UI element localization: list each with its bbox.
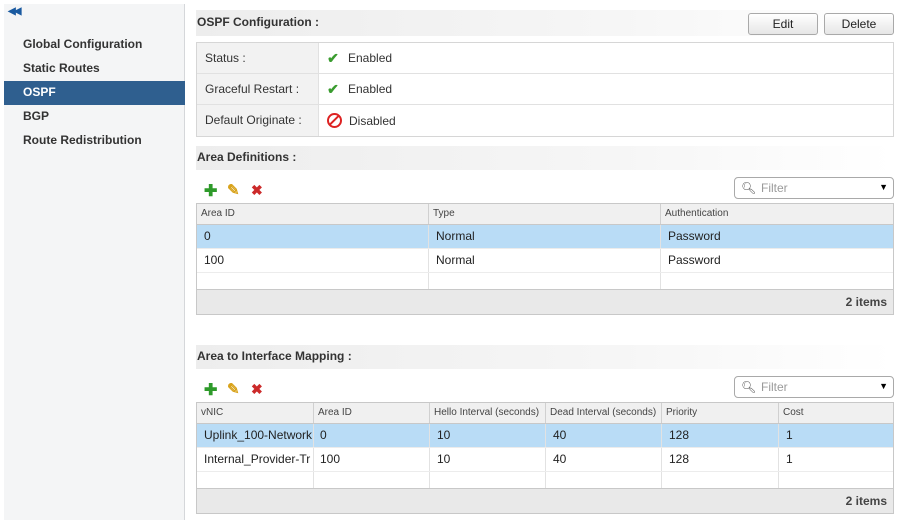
interface-mapping-header: Area to Interface Mapping : — [196, 345, 894, 369]
col-area-id[interactable]: Area ID — [314, 403, 430, 423]
edit-pencil-icon[interactable]: ✎ — [227, 380, 240, 398]
mapping-toolbar: ✚ ✎ ✖ — [204, 380, 284, 400]
sidebar-nav: Global Configuration Static Routes OSPF … — [4, 33, 185, 153]
col-authentication[interactable]: Authentication — [661, 204, 893, 224]
default-originate-value: Disabled — [349, 113, 396, 128]
delete-button[interactable]: Delete — [824, 13, 894, 35]
empty-row — [197, 273, 893, 289]
area-toolbar: ✚ ✎ ✖ — [204, 181, 284, 201]
search-icon: 🔍︎ — [741, 181, 757, 195]
interface-mapping-grid: vNIC Area ID Hello Interval (seconds) De… — [196, 402, 894, 514]
check-icon: ✔ — [327, 81, 339, 97]
table-row[interactable]: 100 Normal Password — [197, 249, 893, 273]
area-definitions-title: Area Definitions : — [196, 146, 894, 170]
col-area-id[interactable]: Area ID — [197, 204, 429, 224]
grid-header: Area ID Type Authentication — [197, 204, 893, 225]
default-originate-label: Default Originate : — [197, 105, 319, 136]
sidebar-item-static-routes[interactable]: Static Routes — [4, 57, 185, 81]
grid-header: vNIC Area ID Hello Interval (seconds) De… — [197, 403, 893, 424]
delete-x-icon[interactable]: ✖ — [251, 182, 263, 199]
add-icon[interactable]: ✚ — [204, 380, 217, 400]
col-vnic[interactable]: vNIC — [197, 403, 314, 423]
sidebar-item-route-redistribution[interactable]: Route Redistribution — [4, 129, 185, 153]
status-row: Status : ✔ Enabled — [197, 43, 893, 74]
dropdown-arrow-icon[interactable]: ▼ — [879, 381, 888, 391]
graceful-restart-label: Graceful Restart : — [197, 74, 319, 104]
table-row[interactable]: Internal_Provider-Tr 100 10 40 128 1 — [197, 448, 893, 472]
status-value: Enabled — [348, 51, 393, 65]
ospf-config-table: Status : ✔ Enabled Graceful Restart : ✔ … — [196, 42, 894, 137]
edit-button[interactable]: Edit — [748, 13, 818, 35]
col-hello-interval[interactable]: Hello Interval (seconds) — [430, 403, 546, 423]
item-count: 2 items — [197, 289, 893, 314]
col-type[interactable]: Type — [429, 204, 661, 224]
empty-row — [197, 472, 893, 488]
area-filter-input[interactable]: 🔍︎ Filter ▼ — [734, 177, 894, 199]
mapping-filter-input[interactable]: 🔍︎ Filter ▼ — [734, 376, 894, 398]
item-count: 2 items — [197, 488, 893, 513]
add-icon[interactable]: ✚ — [204, 181, 217, 201]
area-definitions-grid: Area ID Type Authentication 0 Normal Pas… — [196, 203, 894, 315]
disabled-icon — [327, 113, 342, 128]
sidebar-item-global-configuration[interactable]: Global Configuration — [4, 33, 185, 57]
sidebar: ◀◀ Global Configuration Static Routes OS… — [4, 4, 185, 520]
status-label: Status : — [197, 43, 319, 73]
edit-pencil-icon[interactable]: ✎ — [227, 181, 240, 199]
graceful-restart-value: Enabled — [348, 82, 393, 96]
sidebar-item-ospf[interactable]: OSPF — [4, 81, 185, 105]
col-cost[interactable]: Cost — [779, 403, 893, 423]
table-row[interactable]: Uplink_100-Network 0 10 40 128 1 — [197, 424, 893, 448]
default-originate-row: Default Originate : Disabled — [197, 105, 893, 136]
delete-x-icon[interactable]: ✖ — [251, 381, 263, 398]
table-row[interactable]: 0 Normal Password — [197, 225, 893, 249]
dropdown-arrow-icon[interactable]: ▼ — [879, 182, 888, 192]
collapse-sidebar-icon[interactable]: ◀◀ — [8, 6, 21, 17]
col-priority[interactable]: Priority — [662, 403, 779, 423]
sidebar-item-bgp[interactable]: BGP — [4, 105, 185, 129]
col-dead-interval[interactable]: Dead Interval (seconds) — [546, 403, 662, 423]
search-icon: 🔍︎ — [741, 380, 757, 394]
interface-mapping-title: Area to Interface Mapping : — [196, 345, 894, 369]
graceful-restart-row: Graceful Restart : ✔ Enabled — [197, 74, 893, 105]
check-icon: ✔ — [327, 50, 339, 66]
area-definitions-header: Area Definitions : — [196, 146, 894, 170]
